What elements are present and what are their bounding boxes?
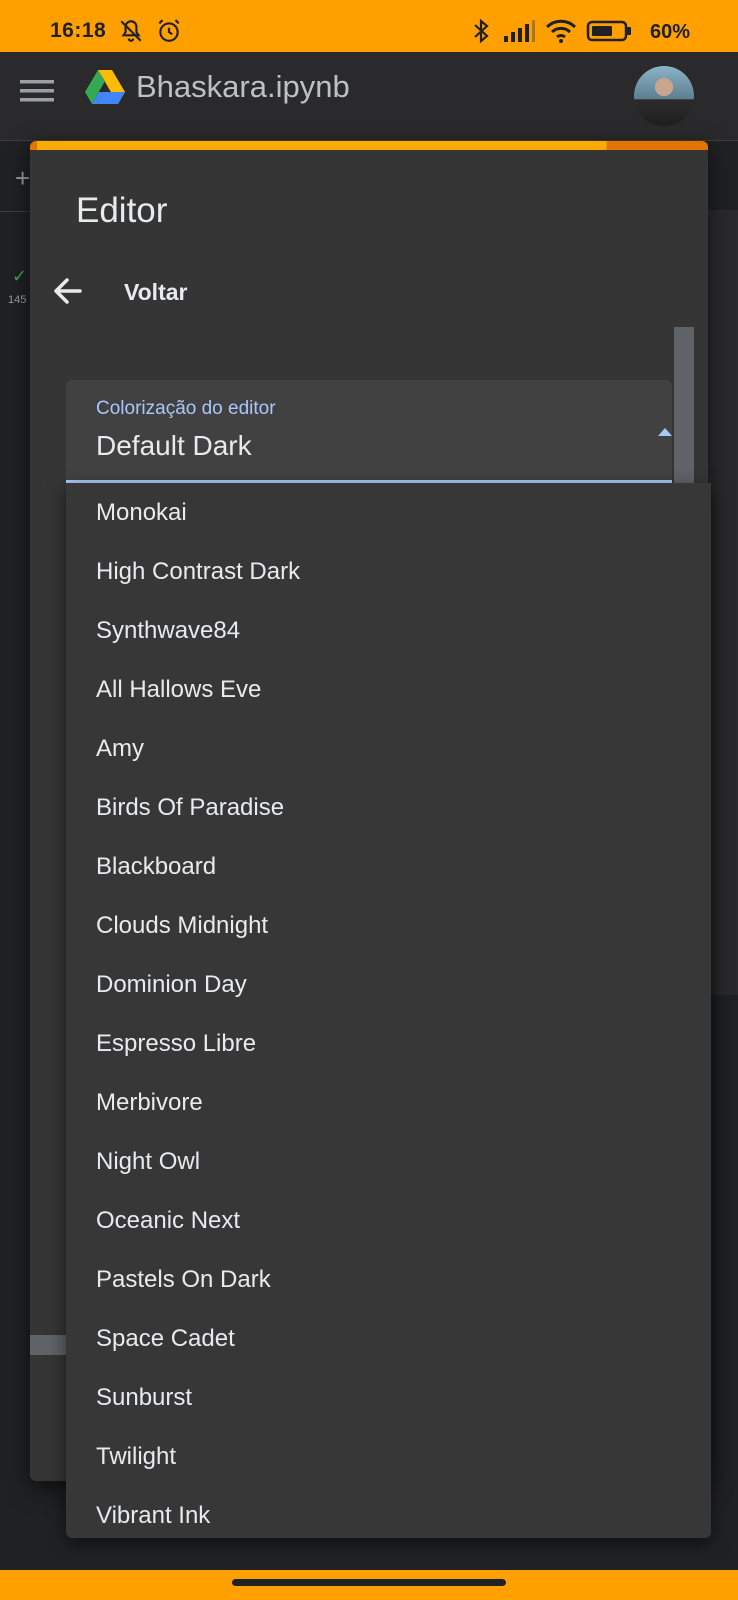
wifi-icon (545, 18, 577, 49)
select-label: Colorização do editor (96, 398, 276, 419)
theme-option[interactable]: Sunburst (66, 1368, 711, 1427)
bluetooth-icon (470, 18, 492, 49)
dialog-title: Editor (76, 191, 168, 230)
theme-option[interactable]: Birds Of Paradise (66, 778, 711, 837)
theme-option[interactable]: Vibrant Ink (66, 1486, 711, 1545)
back-button[interactable]: Voltar (50, 271, 250, 311)
add-cell-icon[interactable]: + (15, 163, 30, 194)
home-gesture-handle[interactable] (232, 1579, 506, 1586)
notebook-side-panel (708, 210, 738, 995)
status-bar: 16:18 60% (0, 0, 738, 52)
notifications-muted-icon (118, 18, 144, 49)
theme-option[interactable]: Merbivore (66, 1073, 711, 1132)
theme-option[interactable]: Oceanic Next (66, 1191, 711, 1250)
google-drive-logo-icon (84, 68, 126, 111)
theme-option[interactable]: Clouds Midnight (66, 896, 711, 955)
caret-up-icon (658, 428, 672, 436)
theme-option[interactable]: Pastels On Dark (66, 1250, 711, 1309)
theme-option[interactable]: Synthwave84 (66, 601, 711, 660)
dialog-accent-bar (30, 141, 708, 150)
signal-icon (502, 18, 536, 49)
editor-theme-select[interactable]: Colorização do editor Default Dark (66, 380, 672, 483)
notebook-title[interactable]: Bhaskara.ipynb (136, 69, 350, 105)
theme-option[interactable]: Blackboard (66, 837, 711, 896)
user-avatar[interactable] (634, 66, 694, 126)
menu-icon[interactable] (20, 78, 54, 109)
execution-count: 145 (8, 294, 27, 306)
theme-option[interactable]: Space Cadet (66, 1309, 711, 1368)
app-bar: Bhaskara.ipynb (0, 52, 738, 141)
battery-icon (586, 18, 632, 49)
alarm-icon (156, 18, 182, 49)
arrow-back-icon (54, 278, 82, 304)
theme-option[interactable]: Amy (66, 719, 711, 778)
theme-option[interactable]: Twilight (66, 1427, 711, 1486)
back-button-label: Voltar (124, 279, 188, 305)
theme-option[interactable]: Espresso Libre (66, 1014, 711, 1073)
theme-option[interactable]: High Contrast Dark (66, 542, 711, 601)
theme-option[interactable]: Night Owl (66, 1132, 711, 1191)
theme-option[interactable]: All Hallows Eve (66, 660, 711, 719)
status-time: 16:18 (50, 19, 107, 42)
select-value: Default Dark (96, 430, 252, 461)
system-navigation-bar (0, 1570, 738, 1600)
theme-option[interactable]: Monokai (66, 483, 711, 542)
theme-option[interactable]: Dominion Day (66, 955, 711, 1014)
dialog-scroll-thumb[interactable] (30, 1335, 68, 1355)
theme-options-list: Monokai High Contrast Dark Synthwave84 A… (66, 483, 711, 1538)
battery-percentage: 60% (650, 21, 691, 43)
execution-check-icon: ✓ (12, 266, 28, 286)
